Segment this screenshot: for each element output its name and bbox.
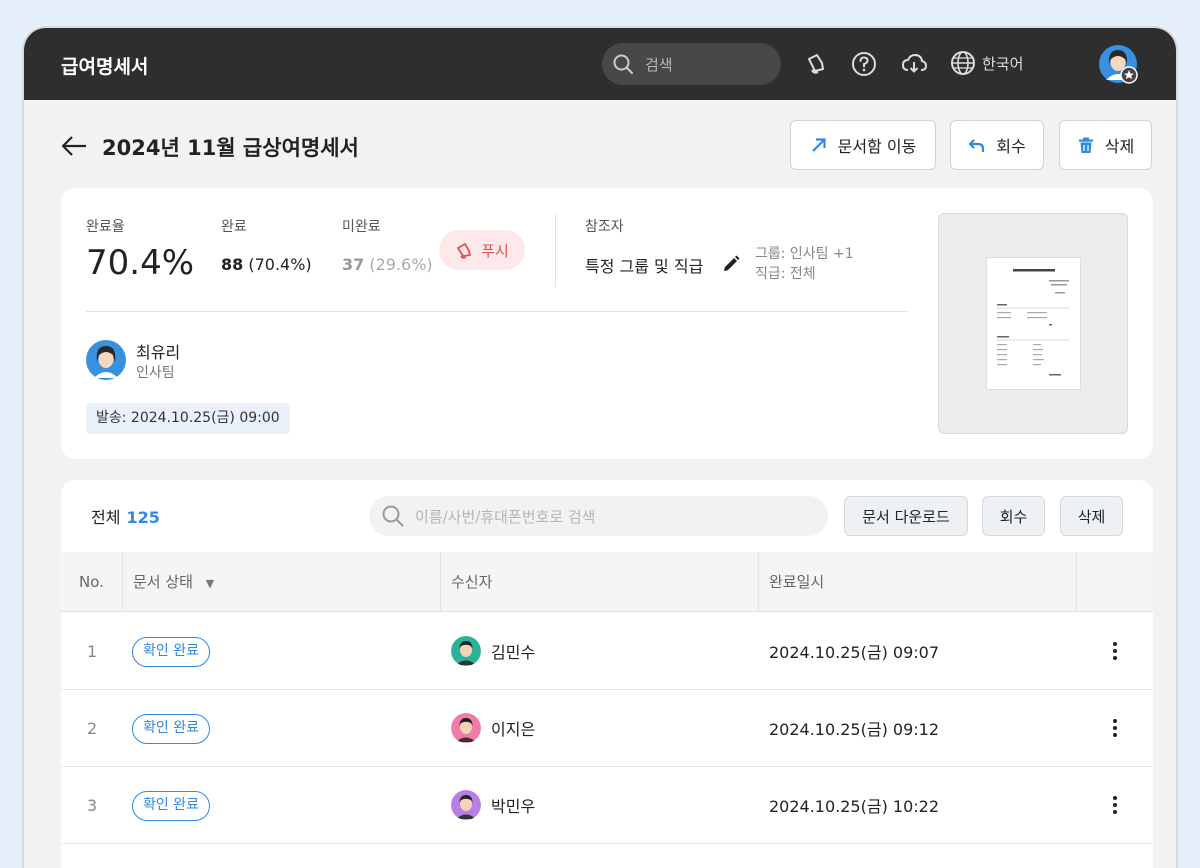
reference-rank: 직급: 전체 <box>755 266 816 282</box>
table-row[interactable]: 3 확인 완료 박민우 2024.10.25(금) 10:22 <box>61 767 1153 844</box>
completion-rate-label: 완료율 <box>86 219 125 235</box>
summary-card: 완료율 70.4% 완료 88 (70.4%) 미완료 37 (29.6%) 푸… <box>61 188 1153 459</box>
more-vertical-icon <box>1113 642 1117 660</box>
more-options-button[interactable] <box>1105 613 1125 689</box>
app-window: 급여명세서 검색 한국어 2024년 11월 급상여명세서 문서함 이동 회수 … <box>22 26 1178 868</box>
search-placeholder: 검색 <box>645 56 673 74</box>
push-button[interactable]: 푸시 <box>439 230 525 270</box>
total-count: 전체 125 <box>91 508 160 527</box>
more-options-button[interactable] <box>1105 690 1125 766</box>
completed-label: 완료 <box>221 219 247 235</box>
status-badge: 확인 완료 <box>132 791 210 821</box>
column-actions <box>1076 552 1153 612</box>
undo-icon <box>968 139 985 152</box>
user-avatar[interactable] <box>1098 44 1138 84</box>
global-search-input[interactable]: 검색 <box>602 43 781 85</box>
column-recipient: 수신자 <box>440 552 758 612</box>
arrow-up-right-icon <box>811 138 826 152</box>
sender-team: 인사팀 <box>136 365 175 381</box>
download-documents-button[interactable]: 문서 다운로드 <box>844 496 968 536</box>
recipient-avatar <box>451 636 481 666</box>
column-completed-at: 완료일시 <box>758 552 1076 612</box>
reference-group: 그룹: 인사팀 +1 <box>755 246 854 262</box>
recall-label: 회수 <box>996 137 1026 156</box>
more-vertical-icon <box>1113 796 1117 814</box>
recipient-search-placeholder: 이름/사번/휴대폰번호로 검색 <box>415 508 596 526</box>
search-icon <box>382 505 404 527</box>
app-title: 급여명세서 <box>61 56 149 78</box>
push-label: 푸시 <box>481 241 509 260</box>
delete-button[interactable]: 삭제 <box>1059 120 1152 170</box>
recipient-avatar <box>451 713 481 743</box>
reference-value: 특정 그룹 및 직급 <box>585 257 704 276</box>
vertical-divider <box>555 213 556 287</box>
row-number: 1 <box>87 641 98 661</box>
recipient-cell: 이지은 <box>451 690 535 766</box>
recipient-name: 박민우 <box>491 797 536 816</box>
delete-label: 삭제 <box>1104 137 1135 156</box>
language-label: 한국어 <box>982 55 1024 73</box>
recipient-cell: 김민수 <box>451 613 535 689</box>
column-status-label: 문서 상태 <box>133 573 193 591</box>
reference-label: 참조자 <box>585 219 624 235</box>
row-number: 2 <box>87 718 98 738</box>
sender-name: 최유리 <box>136 343 181 362</box>
recipient-cell: 박민우 <box>451 767 535 843</box>
recipient-name: 김민수 <box>491 643 536 662</box>
search-icon <box>613 54 633 74</box>
completed-date: 2024.10.25(금) 09:12 <box>769 720 940 739</box>
globe-icon <box>951 51 975 75</box>
completion-rate-value: 70.4% <box>86 243 195 283</box>
edit-pencil-icon[interactable] <box>721 254 741 274</box>
incomplete-label: 미완료 <box>342 219 381 235</box>
completed-date: 2024.10.25(금) 09:07 <box>769 643 940 662</box>
status-badge: 확인 완료 <box>132 637 210 667</box>
incomplete-stat: 37 (29.6%) <box>342 255 433 274</box>
table-row[interactable]: 2 확인 완료 이지은 2024.10.25(금) 09:12 <box>61 690 1153 767</box>
move-to-folder-button[interactable]: 문서함 이동 <box>790 120 936 170</box>
document-thumbnail <box>986 257 1081 390</box>
document-preview[interactable] <box>938 213 1128 434</box>
back-arrow-icon[interactable] <box>60 132 88 160</box>
completed-date: 2024.10.25(금) 10:22 <box>769 797 940 816</box>
download-icon[interactable] <box>900 50 928 78</box>
sort-down-icon: ▼ <box>205 577 215 590</box>
notification-icon[interactable] <box>802 50 830 78</box>
language-selector[interactable]: 한국어 <box>950 50 1023 78</box>
recipient-search-input[interactable]: 이름/사번/휴대폰번호로 검색 <box>369 496 828 536</box>
move-to-folder-label: 문서함 이동 <box>837 137 917 156</box>
list-delete-button[interactable]: 삭제 <box>1060 496 1123 536</box>
column-status[interactable]: 문서 상태 ▼ <box>122 552 440 612</box>
table-header: No. 문서 상태 ▼ 수신자 완료일시 <box>61 552 1153 612</box>
page-title: 2024년 11월 급상여명세서 <box>102 136 359 160</box>
help-icon[interactable] <box>850 50 878 78</box>
trash-icon <box>1078 137 1093 153</box>
top-bar: 급여명세서 검색 한국어 <box>24 28 1176 100</box>
sent-date-badge: 발송: 2024.10.25(금) 09:00 <box>86 403 290 434</box>
completed-stat: 88 (70.4%) <box>221 255 312 274</box>
column-no: No. <box>79 573 104 591</box>
recipient-list-card: 전체 125 이름/사번/휴대폰번호로 검색 문서 다운로드 회수 삭제 No. … <box>61 480 1153 868</box>
recipient-name: 이지은 <box>491 720 536 739</box>
recipient-avatar <box>451 790 481 820</box>
more-options-button[interactable] <box>1105 767 1125 843</box>
recall-button[interactable]: 회수 <box>950 120 1044 170</box>
status-badge: 확인 완료 <box>132 714 210 744</box>
table-row[interactable]: 1 확인 완료 김민수 2024.10.25(금) 09:07 <box>61 613 1153 690</box>
sender-avatar <box>86 340 126 380</box>
horizontal-divider <box>86 311 908 312</box>
list-recall-button[interactable]: 회수 <box>982 496 1045 536</box>
push-notification-icon <box>457 243 472 259</box>
row-number: 3 <box>87 795 98 815</box>
more-vertical-icon <box>1113 719 1117 737</box>
